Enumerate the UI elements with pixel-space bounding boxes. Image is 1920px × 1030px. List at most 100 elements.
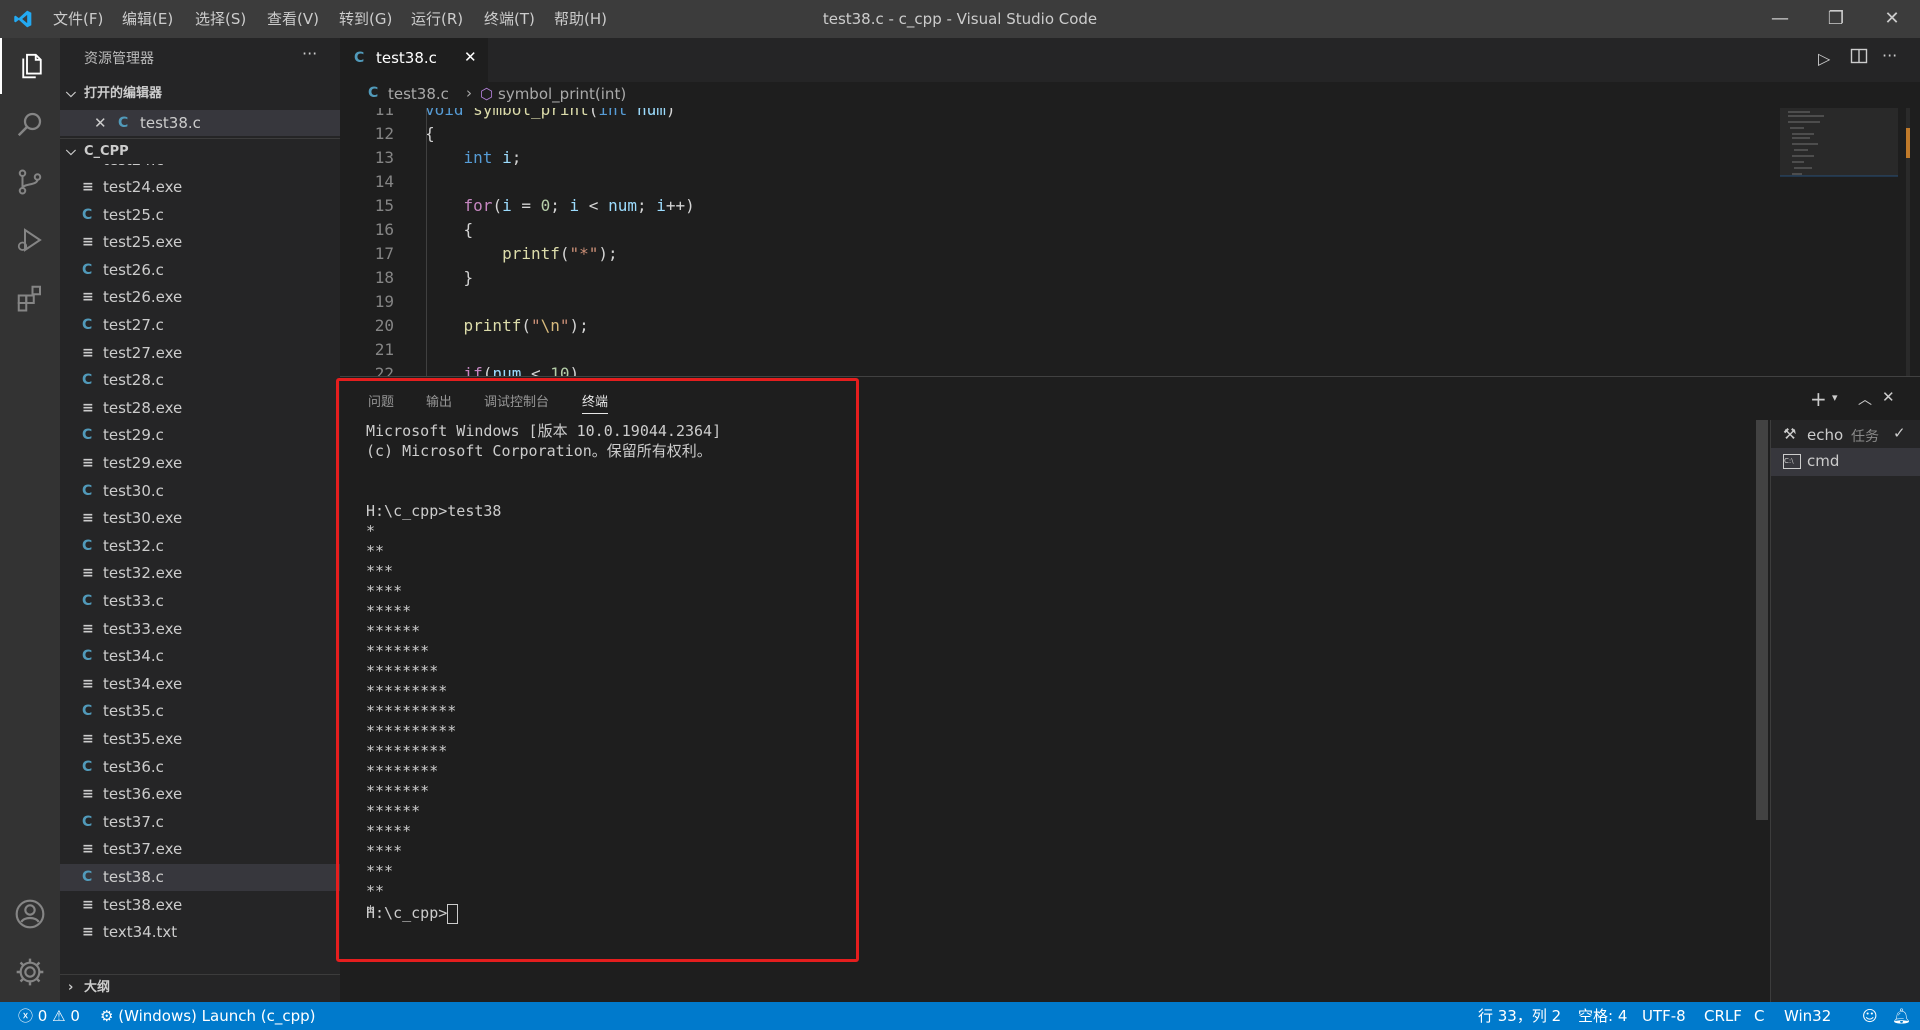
menu-item[interactable]: 运行(R) <box>407 0 467 38</box>
menu-item[interactable]: 帮助(H) <box>550 0 611 38</box>
file-name: test27.c <box>103 316 164 334</box>
file-item[interactable]: ≡ test38.exe <box>60 892 340 919</box>
file-item[interactable]: ≡ text34.txt <box>60 919 340 946</box>
run-file-icon[interactable]: ▷ <box>1818 49 1830 68</box>
sidebar-more-button[interactable]: ··· <box>302 44 317 63</box>
terminal-item-cmd[interactable]: C:\ cmd <box>1771 448 1920 476</box>
eol-status[interactable]: CRLF <box>1704 1002 1742 1030</box>
terminal-item-name: cmd <box>1807 452 1840 470</box>
file-item[interactable]: ≡ test32.exe <box>60 560 340 587</box>
minimize-button[interactable]: — <box>1752 0 1808 38</box>
menu-item[interactable]: 编辑(E) <box>118 0 177 38</box>
file-name: test38.exe <box>103 895 183 914</box>
c-file-icon: C <box>82 537 93 554</box>
file-item[interactable]: ≡ test36.exe <box>60 781 340 808</box>
file-item[interactable]: ≡ test33.exe <box>60 616 340 643</box>
file-item[interactable]: Ctest38.c <box>60 864 340 891</box>
language-status[interactable]: C <box>1754 1002 1764 1030</box>
search-icon[interactable] <box>0 96 60 152</box>
file-item[interactable]: Ctest27.c <box>60 312 340 339</box>
breadcrumb-file[interactable]: test38.c <box>388 85 449 103</box>
open-editor-item[interactable]: ✕ C test38.c <box>60 110 340 136</box>
terminal-list: ⚒ echo 任务 ✓ C:\ cmd <box>1770 420 1920 1002</box>
file-name: test28.exe <box>103 398 183 417</box>
menu-item[interactable]: 文件(F) <box>49 0 107 38</box>
outline-header[interactable]: › 大纲 <box>60 974 340 1001</box>
file-item[interactable]: Ctest29.c <box>60 422 340 449</box>
explorer-icon[interactable] <box>0 38 62 94</box>
minimap[interactable] <box>1780 108 1910 376</box>
extensions-icon[interactable] <box>0 270 60 326</box>
line-number: 15 <box>374 196 394 215</box>
file-item[interactable]: Ctest26.c <box>60 257 340 284</box>
split-editor-icon[interactable] <box>1850 47 1868 69</box>
file-item[interactable]: ≡ test30.exe <box>60 505 340 532</box>
folder-header[interactable]: ⌵ C_CPP <box>60 138 340 165</box>
text-file-icon: ≡ <box>82 896 94 913</box>
file-item[interactable]: ≡ test35.exe <box>60 726 340 753</box>
file-item[interactable]: ≡ test24.exe <box>60 174 340 201</box>
open-editors-label: 打开的编辑器 <box>84 86 163 101</box>
editor-more-icon[interactable]: ··· <box>1882 46 1897 65</box>
line-number: 21 <box>374 340 394 359</box>
encoding-status[interactable]: UTF-8 <box>1642 1002 1686 1030</box>
breadcrumb-symbol[interactable]: symbol_print(int) <box>498 85 626 103</box>
line-number: 11 <box>374 108 394 119</box>
terminal-item-echo[interactable]: ⚒ echo 任务 ✓ <box>1771 420 1920 450</box>
file-name: test33.exe <box>103 619 183 638</box>
file-item-partial[interactable]: C test24.c <box>60 164 340 174</box>
file-item[interactable]: Ctest30.c <box>60 478 340 505</box>
accounts-icon[interactable] <box>0 886 60 942</box>
file-item[interactable]: Ctest37.c <box>60 809 340 836</box>
file-item[interactable]: ≡ test34.exe <box>60 671 340 698</box>
close-panel-icon[interactable]: ✕ <box>1882 388 1895 406</box>
file-item[interactable]: ≡ test28.exe <box>60 395 340 422</box>
file-item[interactable]: Ctest34.c <box>60 643 340 670</box>
launch-config-status[interactable]: ⚙ (Windows) Launch (c_cpp) <box>100 1002 316 1030</box>
file-item[interactable]: Ctest36.c <box>60 754 340 781</box>
close-tab-icon[interactable]: ✕ <box>464 48 477 66</box>
chevron-down-icon[interactable]: ▾ <box>1832 391 1838 404</box>
file-item[interactable]: Ctest28.c <box>60 367 340 394</box>
menu-item[interactable]: 选择(S) <box>191 0 250 38</box>
file-item[interactable]: ≡ test37.exe <box>60 836 340 863</box>
c-file-icon: C <box>82 261 93 278</box>
run-debug-icon[interactable] <box>0 212 60 268</box>
manage-gear-icon[interactable] <box>0 944 60 1000</box>
chevron-down-icon: ⌵ <box>66 144 76 159</box>
code-text: } <box>425 268 474 287</box>
indentation-status[interactable]: 空格: 4 <box>1578 1002 1627 1030</box>
warning-icon: ⚠ <box>52 1007 66 1025</box>
file-item[interactable]: Ctest33.c <box>60 588 340 615</box>
cursor-position[interactable]: 行 33，列 2 <box>1478 1002 1561 1030</box>
code-line: 19 <box>340 290 1780 314</box>
file-item[interactable]: ≡ test27.exe <box>60 340 340 367</box>
open-editors-header[interactable]: ⌵ 打开的编辑器 <box>60 81 340 107</box>
file-item[interactable]: Ctest35.c <box>60 698 340 725</box>
close-window-button[interactable]: ✕ <box>1864 0 1920 38</box>
code-editor[interactable]: 11 void symbol_print(int num) 12{13 int i;… <box>340 108 1780 376</box>
source-control-icon[interactable] <box>0 154 60 210</box>
terminal-scrollbar[interactable] <box>1756 420 1768 820</box>
new-terminal-icon[interactable]: + <box>1810 387 1827 411</box>
file-item[interactable]: Ctest32.c <box>60 533 340 560</box>
file-item[interactable]: ≡ test26.exe <box>60 284 340 311</box>
text-file-icon: ≡ <box>82 675 94 692</box>
restore-button[interactable]: ❐ <box>1808 0 1864 38</box>
c-file-icon: C <box>82 648 93 665</box>
problems-status[interactable]: ⓧ 0 ⚠ 0 <box>18 1002 80 1030</box>
notifications-icon[interactable]: 🔔︎ <box>1892 1002 1911 1030</box>
file-item[interactable]: ≡ test25.exe <box>60 229 340 256</box>
close-editor-icon[interactable]: ✕ <box>94 110 107 136</box>
maximize-panel-icon[interactable]: ︿ <box>1858 389 1872 409</box>
menu-item[interactable]: 查看(V) <box>263 0 323 38</box>
menu-item[interactable]: 转到(G) <box>335 0 396 38</box>
file-item[interactable]: ≡ test29.exe <box>60 450 340 477</box>
tab-test38[interactable]: C test38.c ✕ <box>340 38 488 82</box>
indent-guide <box>426 108 427 376</box>
file-item[interactable]: Ctest25.c <box>60 202 340 229</box>
platform-status[interactable]: Win32 <box>1784 1002 1831 1030</box>
code-text: if(num < 10) <box>463 364 580 376</box>
feedback-icon[interactable]: ☺ <box>1862 1002 1878 1030</box>
menu-item[interactable]: 终端(T) <box>480 0 539 38</box>
